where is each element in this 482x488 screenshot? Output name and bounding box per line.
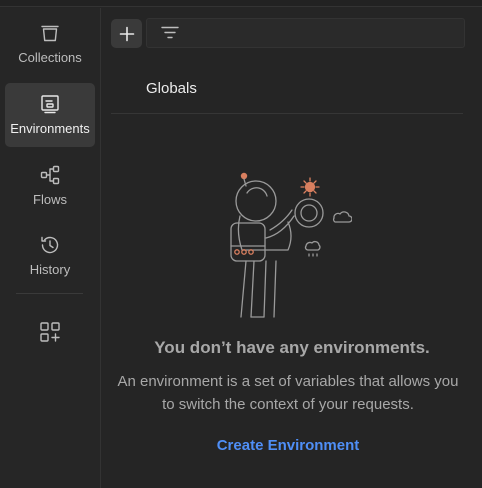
sidebar-item-environments[interactable]: Environments <box>5 83 95 147</box>
sidebar-item-flows[interactable]: Flows <box>5 154 95 218</box>
empty-state-title: You don’t have any environments. <box>154 338 430 357</box>
sidebar-item-label: History <box>29 262 71 277</box>
sidebar-item-collections[interactable]: Collections <box>5 12 95 76</box>
empty-state-description: An environment is a set of variables tha… <box>117 373 459 413</box>
environments-icon <box>41 95 59 114</box>
add-widget-icon[interactable] <box>38 320 62 344</box>
sidebar-item-label: Environments <box>10 121 90 136</box>
sidebar-item-label: Flows <box>33 192 67 207</box>
sidebar: Collections Environments Flows History <box>0 8 101 488</box>
filter-icon <box>161 26 179 39</box>
sidebar-item-label: Collections <box>18 50 82 65</box>
create-environment-button[interactable]: Create Environment <box>102 437 474 454</box>
window-top-bar <box>0 0 482 7</box>
globals-label: Globals <box>146 80 197 97</box>
filter-input[interactable] <box>146 18 465 48</box>
sidebar-item-history[interactable]: History <box>5 224 95 288</box>
environments-panel: Globals You don’t have any environments.… <box>102 8 482 488</box>
add-environment-button[interactable] <box>111 19 142 48</box>
collections-icon <box>41 25 59 42</box>
plus-icon <box>119 26 134 41</box>
globals-item[interactable]: Globals <box>111 64 463 114</box>
astronaut-illustration <box>230 172 352 318</box>
flows-icon <box>40 165 60 185</box>
history-icon <box>41 236 59 254</box>
sidebar-divider <box>16 293 83 294</box>
